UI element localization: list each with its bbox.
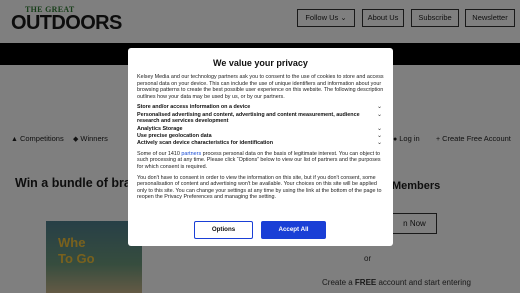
- consent-actions: Options Accept All: [128, 221, 393, 239]
- consent-intro: Kelsey Media and our technology partners…: [137, 74, 384, 100]
- partners-link[interactable]: partners: [181, 151, 201, 157]
- consent-partners-text: Some of our 1410 partners process person…: [137, 151, 384, 171]
- consent-title: We value your privacy: [213, 58, 308, 68]
- purpose-analytics[interactable]: Analytics Storage ⌄: [137, 126, 384, 132]
- purpose-geolocation[interactable]: Use precise geolocation data ⌄: [137, 133, 384, 139]
- partners-prefix: Some of our: [137, 150, 168, 157]
- chevron-down-icon[interactable]: ⌄: [377, 104, 382, 110]
- purpose-device-scan[interactable]: Actively scan device characteristics for…: [137, 140, 384, 146]
- consent-choice-text: You don't have to consent in order to vi…: [137, 174, 382, 201]
- chevron-down-icon[interactable]: ⌄: [377, 112, 382, 118]
- chevron-down-icon[interactable]: ⌄: [377, 140, 382, 146]
- chevron-down-icon[interactable]: ⌄: [377, 133, 382, 139]
- options-button[interactable]: Options: [194, 221, 253, 239]
- purpose-personalised-ads[interactable]: Personalised advertising and content, ad…: [137, 112, 384, 125]
- purpose-label: Store and/or access information on a dev…: [137, 104, 251, 111]
- purpose-label: Personalised advertising and content, ad…: [137, 111, 360, 125]
- consent-dialog: We value your privacy Kelsey Media and o…: [128, 48, 393, 246]
- partners-count: 1410: [167, 150, 180, 157]
- chevron-down-icon[interactable]: ⌄: [377, 126, 382, 132]
- purpose-store-access[interactable]: Store and/or access information on a dev…: [137, 104, 384, 110]
- purpose-label: Use precise geolocation data: [137, 133, 212, 139]
- purpose-label: Analytics Storage: [137, 125, 183, 132]
- purpose-list: Store and/or access information on a dev…: [137, 104, 384, 146]
- purpose-label: Actively scan device characteristics for…: [137, 140, 274, 147]
- accept-all-button[interactable]: Accept All: [261, 221, 326, 239]
